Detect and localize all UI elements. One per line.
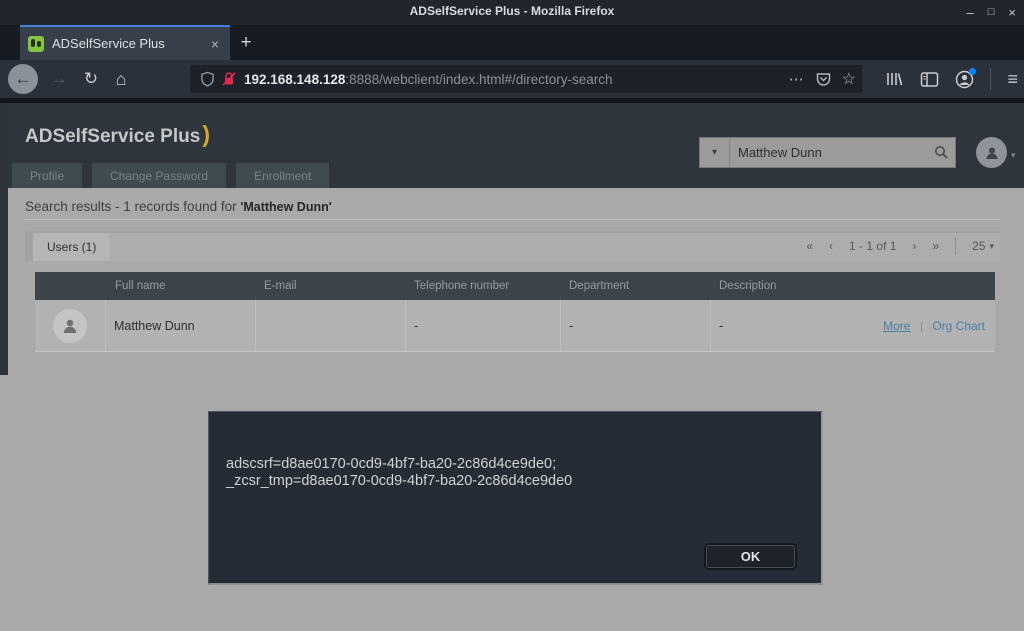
results-panel-bar: Users (1) « ‹ 1 - 1 of 1 › » 25 ▾ (25, 231, 1000, 261)
org-chart-link[interactable]: Org Chart (932, 319, 985, 333)
window-title: ADSelfService Plus - Mozilla Firefox (0, 4, 1024, 18)
cell-department: - (560, 300, 710, 351)
table-row[interactable]: Matthew Dunn - - - More | Org Chart (35, 300, 995, 352)
insecure-lock-icon[interactable] (218, 68, 240, 90)
navigation-toolbar: ← → ↻ ⌂ 192.168.148.128:8888/webclient/i… (0, 60, 1024, 98)
app-logo: ADSelfService Plus) (25, 121, 210, 148)
library-icon[interactable] (884, 70, 904, 88)
tab-title: ADSelfService Plus (52, 36, 208, 51)
users-table: Full name E-mail Telephone number Depart… (35, 272, 995, 352)
tab-enrollment[interactable]: Enrollment (236, 163, 329, 188)
url-path: :8888/webclient/index.html#/directory-se… (345, 72, 612, 87)
row-avatar-icon (53, 309, 87, 343)
bookmark-star-icon[interactable]: ☆ (842, 69, 856, 89)
alert-dialog: adscsrf=d8ae0170-0cd9-4bf7-ba20-2c86d4ce… (208, 411, 823, 585)
col-full-name: Full name (105, 280, 255, 292)
col-telephone: Telephone number (405, 280, 560, 292)
maximize-button[interactable]: □ (988, 7, 995, 18)
cookie-line-2: _zcsr_tmp=d8ae0170-0cd9-4bf7-ba20-2c86d4… (226, 473, 572, 490)
table-header-row: Full name E-mail Telephone number Depart… (35, 272, 995, 300)
close-button[interactable]: × (1008, 6, 1016, 19)
directory-search-box[interactable]: ▾ (699, 137, 956, 168)
page-viewport: ADSelfService Plus) ▾ ▾ Profile Change P… (0, 103, 1024, 631)
page-actions-icon[interactable]: ⋯ (789, 70, 805, 88)
alert-message: adscsrf=d8ae0170-0cd9-4bf7-ba20-2c86d4ce… (226, 456, 572, 490)
results-divider (25, 219, 1000, 220)
logo-swoosh-icon: ) (202, 121, 210, 147)
user-avatar-button[interactable] (976, 137, 1007, 168)
account-notification-dot (969, 68, 976, 75)
results-text: Search results - 1 records found for (25, 199, 240, 214)
url-host: 192.168.148.128 (244, 72, 345, 87)
menu-button[interactable]: ≡ (1007, 69, 1018, 90)
pager-next-button[interactable]: › (912, 239, 916, 253)
home-button[interactable]: ⌂ (106, 64, 136, 94)
col-description: Description (710, 280, 860, 292)
minimize-button[interactable]: – (967, 6, 974, 19)
results-search-term: 'Matthew Dunn' (240, 200, 331, 214)
pager-prev-button[interactable]: ‹ (829, 239, 833, 253)
more-link[interactable]: More (883, 319, 910, 333)
search-input[interactable] (730, 145, 927, 160)
cookie-line-1: adscsrf=d8ae0170-0cd9-4bf7-ba20-2c86d4ce… (226, 456, 572, 473)
pager-first-button[interactable]: « (806, 239, 813, 253)
search-results-summary: Search results - 1 records found for 'Ma… (25, 199, 332, 214)
cell-email (255, 300, 405, 351)
tab-strip: ADSelfService Plus × + (0, 25, 1024, 60)
pagination: « ‹ 1 - 1 of 1 › » 25 ▾ (806, 231, 994, 261)
cell-telephone: - (405, 300, 560, 351)
pager-range-label: 1 - 1 of 1 (849, 239, 896, 253)
url-bar[interactable]: 192.168.148.128:8888/webclient/index.htm… (190, 65, 862, 93)
pocket-icon[interactable] (815, 71, 832, 87)
tracking-protection-shield-icon[interactable] (196, 68, 218, 90)
forward-button[interactable]: → (44, 64, 74, 94)
users-results-tab[interactable]: Users (1) (33, 233, 110, 261)
browser-tab[interactable]: ADSelfService Plus × (20, 25, 230, 60)
tab-close-button[interactable]: × (208, 36, 222, 52)
col-department: Department (560, 280, 710, 292)
reload-button[interactable]: ↻ (76, 64, 106, 94)
cell-actions: More | Org Chart (860, 319, 995, 333)
cell-full-name: Matthew Dunn (105, 300, 255, 351)
pager-last-button[interactable]: » (932, 239, 939, 253)
tab-profile[interactable]: Profile (12, 163, 82, 188)
page-left-edge (0, 103, 8, 375)
page-size-value: 25 (972, 239, 985, 253)
tab-change-password[interactable]: Change Password (92, 163, 226, 188)
search-magnifier-icon[interactable] (927, 145, 955, 160)
back-button[interactable]: ← (8, 64, 38, 94)
link-separator: | (920, 321, 923, 333)
cell-description: - (710, 300, 860, 351)
window-titlebar: ADSelfService Plus - Mozilla Firefox – □… (0, 0, 1024, 25)
toolbar-divider (990, 68, 991, 90)
page-size-dropdown[interactable]: 25 ▾ (972, 239, 994, 253)
account-icon[interactable] (955, 70, 974, 89)
user-menu-caret-icon[interactable]: ▾ (1011, 150, 1016, 161)
firefox-window: ADSelfService Plus - Mozilla Firefox – □… (0, 0, 1024, 631)
sidebar-icon[interactable] (920, 71, 939, 88)
app-header: ADSelfService Plus) ▾ ▾ Profile Change P… (0, 103, 1024, 188)
col-email: E-mail (255, 280, 405, 292)
app-logo-text: ADSelfService Plus (25, 126, 200, 147)
ok-button[interactable]: OK (706, 545, 795, 568)
app-nav-tabs: Profile Change Password Enrollment (12, 163, 329, 188)
site-favicon-icon (28, 36, 44, 52)
page-size-caret-icon: ▾ (989, 241, 994, 252)
search-scope-caret-icon[interactable]: ▾ (700, 138, 730, 167)
url-text[interactable]: 192.168.148.128:8888/webclient/index.htm… (244, 72, 783, 87)
new-tab-button[interactable]: + (232, 29, 260, 57)
